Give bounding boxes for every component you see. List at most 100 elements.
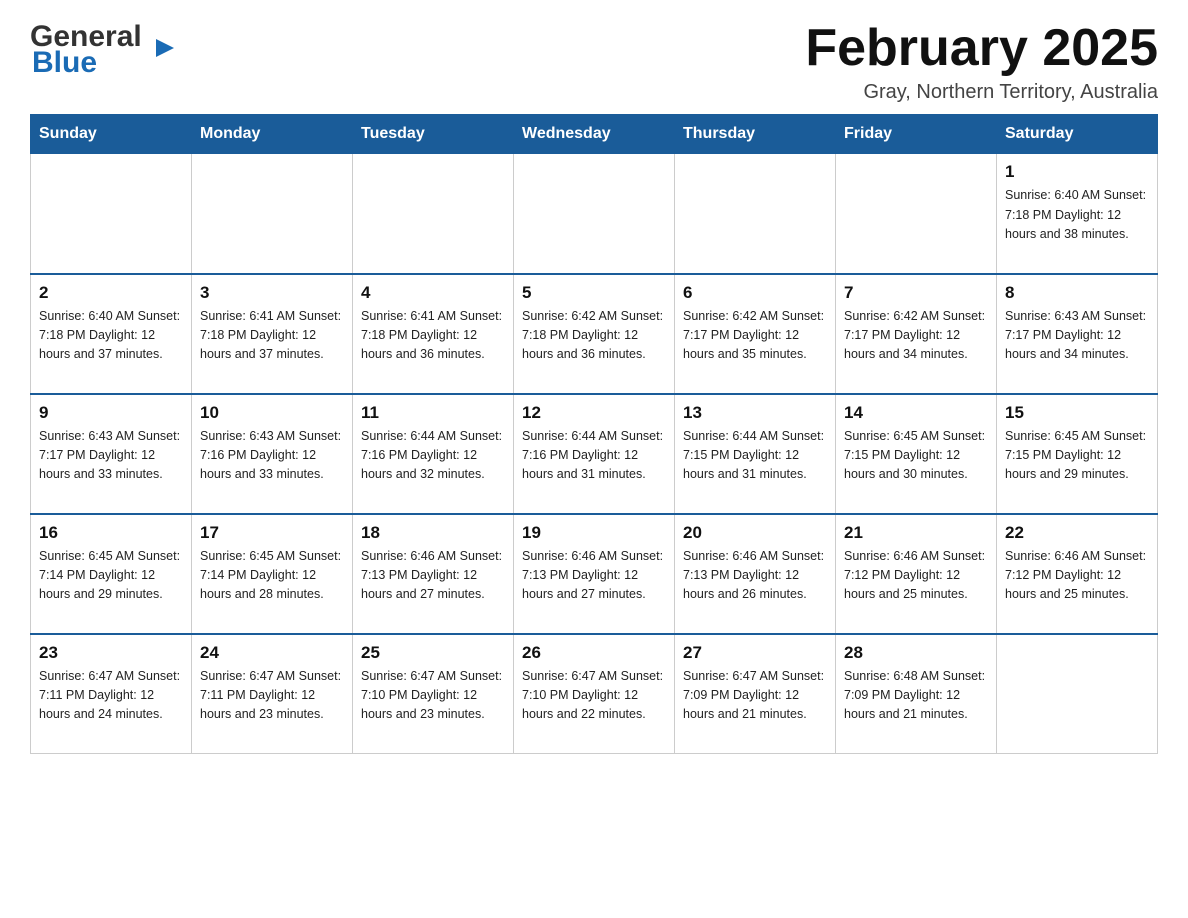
table-row: 5Sunrise: 6:42 AM Sunset: 7:18 PM Daylig… — [514, 274, 675, 394]
day-info: Sunrise: 6:46 AM Sunset: 7:13 PM Dayligh… — [683, 547, 827, 605]
day-info: Sunrise: 6:47 AM Sunset: 7:11 PM Dayligh… — [200, 667, 344, 725]
day-number: 8 — [1005, 283, 1149, 303]
day-info: Sunrise: 6:45 AM Sunset: 7:14 PM Dayligh… — [200, 547, 344, 605]
table-row: 24 Sunrise: 6:47 AM Sunset: 7:11 PM Dayli… — [192, 634, 353, 754]
day-number: 26 — [522, 643, 666, 663]
day-number: 28 — [844, 643, 988, 663]
day-info: Sunrise: 6:46 AM Sunset: 7:12 PM Dayligh… — [1005, 547, 1149, 605]
day-info: Sunrise: 6:42 AM Sunset: 7:18 PM Dayligh… — [522, 307, 666, 365]
day-info: Sunrise: 6:43 AM Sunset: 7:17 PM Dayligh… — [1005, 307, 1149, 365]
table-row: 22 Sunrise: 6:46 AM Sunset: 7:12 PM Dayli… — [997, 514, 1158, 634]
table-row — [31, 154, 192, 274]
day-info: Sunrise: 6:44 AM Sunset: 7:15 PM Dayligh… — [683, 427, 827, 485]
day-number: 2 — [39, 283, 183, 303]
day-number: 10 — [200, 403, 344, 423]
table-row: 15 Sunrise: 6:45 AM Sunset: 7:15 PM Dayli… — [997, 394, 1158, 514]
table-row — [514, 154, 675, 274]
day-number: 6 — [683, 283, 827, 303]
day-number: 14 — [844, 403, 988, 423]
logo-blue-text: Blue — [32, 46, 97, 80]
table-row — [836, 154, 997, 274]
day-number: 3 — [200, 283, 344, 303]
table-row: 2 Sunrise: 6:40 AM Sunset: 7:18 PM Daylig… — [31, 274, 192, 394]
table-row: 28 Sunrise: 6:48 AM Sunset: 7:09 PM Dayli… — [836, 634, 997, 754]
table-row: 23 Sunrise: 6:47 AM Sunset: 7:11 PM Dayli… — [31, 634, 192, 754]
day-number: 19 — [522, 523, 666, 543]
table-row: 27 Sunrise: 6:47 AM Sunset: 7:09 PM Dayli… — [675, 634, 836, 754]
day-info: Sunrise: 6:47 AM Sunset: 7:10 PM Dayligh… — [522, 667, 666, 725]
day-info: Sunrise: 6:45 AM Sunset: 7:15 PM Dayligh… — [1005, 427, 1149, 485]
col-sunday: Sunday — [31, 115, 192, 154]
day-number: 24 — [200, 643, 344, 663]
day-number: 1 — [1005, 162, 1149, 182]
day-info: Sunrise: 6:42 AM Sunset: 7:17 PM Dayligh… — [844, 307, 988, 365]
table-row: 12 Sunrise: 6:44 AM Sunset: 7:16 PM Dayli… — [514, 394, 675, 514]
table-row: 4Sunrise: 6:41 AM Sunset: 7:18 PM Daylig… — [353, 274, 514, 394]
day-number: 20 — [683, 523, 827, 543]
page-subtitle: Gray, Northern Territory, Australia — [805, 81, 1158, 104]
col-monday: Monday — [192, 115, 353, 154]
table-row: 25 Sunrise: 6:47 AM Sunset: 7:10 PM Dayli… — [353, 634, 514, 754]
day-info: Sunrise: 6:44 AM Sunset: 7:16 PM Dayligh… — [522, 427, 666, 485]
day-info: Sunrise: 6:46 AM Sunset: 7:13 PM Dayligh… — [361, 547, 505, 605]
day-number: 23 — [39, 643, 183, 663]
table-row: 19 Sunrise: 6:46 AM Sunset: 7:13 PM Dayli… — [514, 514, 675, 634]
calendar-table: Sunday Monday Tuesday Wednesday Thursday… — [30, 114, 1158, 754]
day-info: Sunrise: 6:43 AM Sunset: 7:16 PM Dayligh… — [200, 427, 344, 485]
day-info: Sunrise: 6:40 AM Sunset: 7:18 PM Dayligh… — [1005, 186, 1149, 244]
day-info: Sunrise: 6:47 AM Sunset: 7:11 PM Dayligh… — [39, 667, 183, 725]
calendar-week-row: 2 Sunrise: 6:40 AM Sunset: 7:18 PM Daylig… — [31, 274, 1158, 394]
day-number: 12 — [522, 403, 666, 423]
table-row: 14 Sunrise: 6:45 AM Sunset: 7:15 PM Dayli… — [836, 394, 997, 514]
day-number: 21 — [844, 523, 988, 543]
page-header: General Blue February 2025 Gray, Norther… — [30, 20, 1158, 104]
col-wednesday: Wednesday — [514, 115, 675, 154]
table-row — [192, 154, 353, 274]
day-number: 15 — [1005, 403, 1149, 423]
col-thursday: Thursday — [675, 115, 836, 154]
title-block: February 2025 Gray, Northern Territory, … — [805, 20, 1158, 104]
day-number: 9 — [39, 403, 183, 423]
day-info: Sunrise: 6:46 AM Sunset: 7:13 PM Dayligh… — [522, 547, 666, 605]
table-row: 10 Sunrise: 6:43 AM Sunset: 7:16 PM Dayli… — [192, 394, 353, 514]
calendar-week-row: 9 Sunrise: 6:43 AM Sunset: 7:17 PM Daylig… — [31, 394, 1158, 514]
table-row: 17 Sunrise: 6:45 AM Sunset: 7:14 PM Dayli… — [192, 514, 353, 634]
table-row: 16Sunrise: 6:45 AM Sunset: 7:14 PM Dayli… — [31, 514, 192, 634]
table-row: 18 Sunrise: 6:46 AM Sunset: 7:13 PM Dayli… — [353, 514, 514, 634]
day-number: 11 — [361, 403, 505, 423]
table-row: 6Sunrise: 6:42 AM Sunset: 7:17 PM Daylig… — [675, 274, 836, 394]
calendar-week-row: 1 Sunrise: 6:40 AM Sunset: 7:18 PM Daylig… — [31, 154, 1158, 274]
page-title: February 2025 — [805, 20, 1158, 77]
table-row — [675, 154, 836, 274]
day-info: Sunrise: 6:44 AM Sunset: 7:16 PM Dayligh… — [361, 427, 505, 485]
table-row: 8 Sunrise: 6:43 AM Sunset: 7:17 PM Daylig… — [997, 274, 1158, 394]
day-number: 4 — [361, 283, 505, 303]
day-info: Sunrise: 6:40 AM Sunset: 7:18 PM Dayligh… — [39, 307, 183, 365]
day-info: Sunrise: 6:45 AM Sunset: 7:15 PM Dayligh… — [844, 427, 988, 485]
day-number: 17 — [200, 523, 344, 543]
table-row: 26 Sunrise: 6:47 AM Sunset: 7:10 PM Dayli… — [514, 634, 675, 754]
table-row: 20 Sunrise: 6:46 AM Sunset: 7:13 PM Dayli… — [675, 514, 836, 634]
col-saturday: Saturday — [997, 115, 1158, 154]
table-row — [997, 634, 1158, 754]
day-info: Sunrise: 6:43 AM Sunset: 7:17 PM Dayligh… — [39, 427, 183, 485]
day-number: 7 — [844, 283, 988, 303]
table-row: 13Sunrise: 6:44 AM Sunset: 7:15 PM Dayli… — [675, 394, 836, 514]
table-row: 9 Sunrise: 6:43 AM Sunset: 7:17 PM Daylig… — [31, 394, 192, 514]
calendar-header-row: Sunday Monday Tuesday Wednesday Thursday… — [31, 115, 1158, 154]
table-row: 11 Sunrise: 6:44 AM Sunset: 7:16 PM Dayli… — [353, 394, 514, 514]
day-info: Sunrise: 6:47 AM Sunset: 7:09 PM Dayligh… — [683, 667, 827, 725]
day-number: 22 — [1005, 523, 1149, 543]
day-number: 27 — [683, 643, 827, 663]
table-row: 21 Sunrise: 6:46 AM Sunset: 7:12 PM Dayli… — [836, 514, 997, 634]
day-info: Sunrise: 6:48 AM Sunset: 7:09 PM Dayligh… — [844, 667, 988, 725]
calendar-week-row: 16Sunrise: 6:45 AM Sunset: 7:14 PM Dayli… — [31, 514, 1158, 634]
table-row: 3Sunrise: 6:41 AM Sunset: 7:18 PM Daylig… — [192, 274, 353, 394]
day-info: Sunrise: 6:46 AM Sunset: 7:12 PM Dayligh… — [844, 547, 988, 605]
table-row: 7 Sunrise: 6:42 AM Sunset: 7:17 PM Daylig… — [836, 274, 997, 394]
logo-arrow-icon — [154, 37, 176, 59]
day-info: Sunrise: 6:47 AM Sunset: 7:10 PM Dayligh… — [361, 667, 505, 725]
day-number: 25 — [361, 643, 505, 663]
day-number: 18 — [361, 523, 505, 543]
day-info: Sunrise: 6:45 AM Sunset: 7:14 PM Dayligh… — [39, 547, 183, 605]
